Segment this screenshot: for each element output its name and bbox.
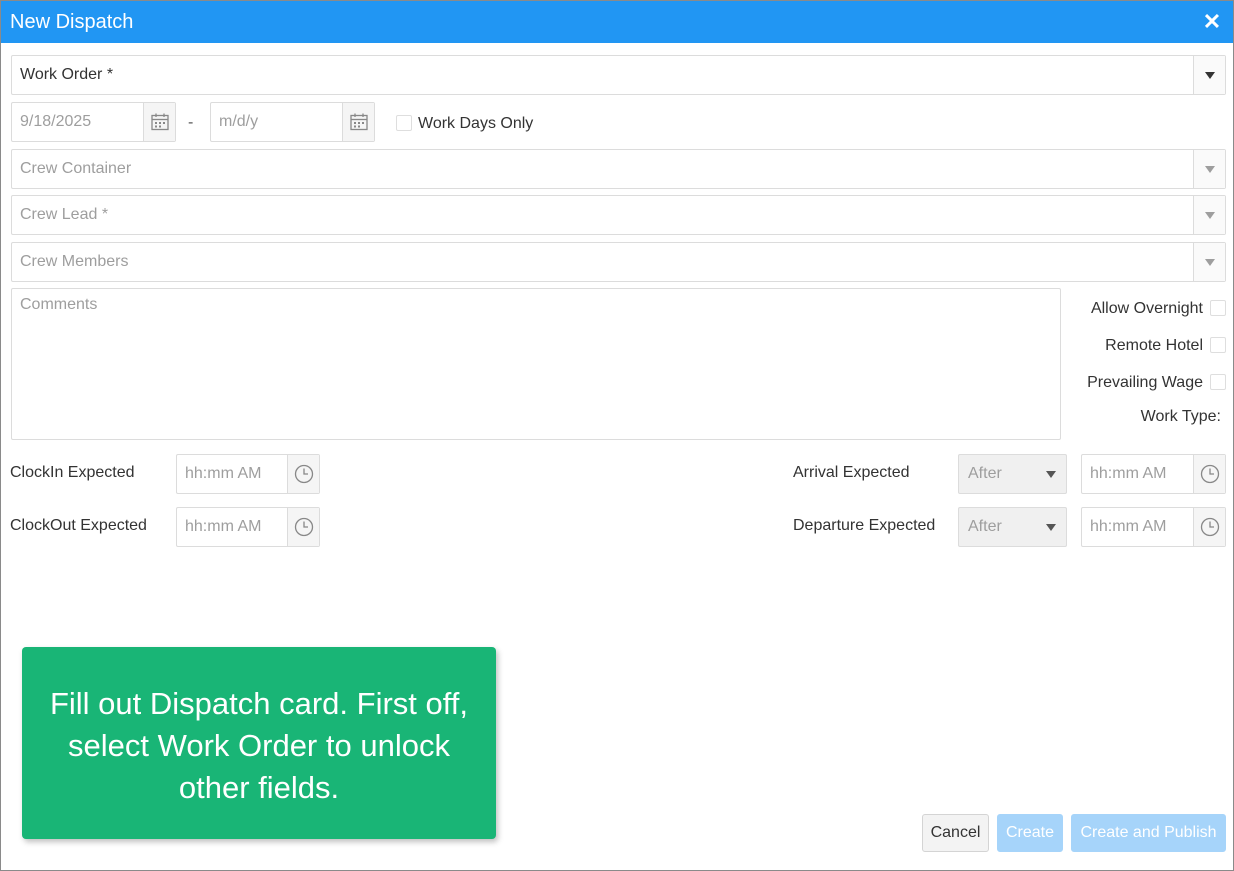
cancel-button[interactable]: Cancel [922,814,989,852]
remote-hotel-checkbox[interactable] [1210,337,1226,353]
chevron-down-icon [1204,259,1215,266]
departure-time-placeholder: hh:mm AM [1090,518,1167,535]
work-order-placeholder: Work Order * [20,66,114,83]
clockout-time-picker-button[interactable] [287,508,319,546]
crew-container-dropdown-button[interactable] [1193,150,1225,188]
crew-members-select[interactable]: Crew Members [11,242,1226,282]
dialog-titlebar: New Dispatch ✕ [1,1,1233,43]
arrival-expected-label: Arrival Expected [793,464,910,481]
comments-placeholder: Comments [20,296,98,313]
arrival-time-picker-button[interactable] [1193,455,1225,493]
end-date-input[interactable]: m/d/y [210,102,375,142]
new-dispatch-dialog: New Dispatch ✕ Work Order * 9/18/2025 - … [0,0,1234,871]
end-date-placeholder: m/d/y [219,113,259,130]
create-and-publish-button[interactable]: Create and Publish [1071,814,1226,852]
clock-icon [294,517,313,537]
clock-icon [294,464,313,484]
chevron-down-icon [1046,471,1056,478]
clockin-time-placeholder: hh:mm AM [185,465,262,482]
chevron-down-icon [1204,166,1215,173]
crew-container-select[interactable]: Crew Container [11,149,1226,189]
chevron-down-icon [1204,72,1215,79]
allow-overnight-label: Allow Overnight [1090,300,1203,317]
remote-hotel-label: Remote Hotel [1105,337,1203,354]
crew-members-placeholder: Crew Members [20,253,129,270]
clock-icon [1200,464,1219,484]
departure-expected-label: Departure Expected [793,517,936,534]
clockout-expected-label: ClockOut Expected [10,517,147,534]
clockout-time-placeholder: hh:mm AM [185,518,262,535]
prevailing-wage-checkbox[interactable] [1210,374,1226,390]
arrival-mode-select[interactable]: After [958,454,1067,494]
create-button[interactable]: Create [997,814,1063,852]
arrival-time-placeholder: hh:mm AM [1090,465,1167,482]
departure-time-picker-button[interactable] [1193,508,1225,546]
crew-lead-placeholder: Crew Lead * [20,206,109,223]
close-icon[interactable]: ✕ [1199,9,1225,35]
clock-icon [1200,517,1219,537]
prevailing-wage-label: Prevailing Wage [1087,374,1203,391]
work-days-only-checkbox[interactable] [396,115,412,131]
work-order-dropdown-button[interactable] [1193,56,1225,94]
chevron-down-icon [1046,524,1056,531]
clockin-expected-label: ClockIn Expected [10,464,135,481]
allow-overnight-checkbox[interactable] [1210,300,1226,316]
crew-lead-dropdown-button[interactable] [1193,196,1225,234]
crew-lead-select[interactable]: Crew Lead * [11,195,1226,235]
onboarding-tooltip: Fill out Dispatch card. First off, selec… [22,647,496,839]
start-date-input[interactable]: 9/18/2025 [11,102,176,142]
departure-mode-value: After [968,518,1002,535]
work-days-only-label: Work Days Only [418,115,534,132]
work-order-select[interactable]: Work Order * [11,55,1226,95]
departure-mode-select[interactable]: After [958,507,1067,547]
end-date-picker-button[interactable] [342,103,374,141]
calendar-icon [150,113,169,131]
date-range-separator: - [188,114,194,131]
departure-time-input[interactable]: hh:mm AM [1081,507,1226,547]
clockin-time-input[interactable]: hh:mm AM [176,454,320,494]
start-date-value: 9/18/2025 [20,113,92,130]
arrival-time-input[interactable]: hh:mm AM [1081,454,1226,494]
comments-textarea[interactable]: Comments [11,288,1061,440]
crew-members-dropdown-button[interactable] [1193,243,1225,281]
calendar-icon [349,113,368,131]
dialog-title: New Dispatch [10,11,134,33]
start-date-picker-button[interactable] [143,103,175,141]
chevron-down-icon [1204,212,1215,219]
clockout-time-input[interactable]: hh:mm AM [176,507,320,547]
arrival-mode-value: After [968,465,1002,482]
crew-container-placeholder: Crew Container [20,160,132,177]
clockin-time-picker-button[interactable] [287,455,319,493]
work-type-label: Work Type: [1140,408,1221,425]
